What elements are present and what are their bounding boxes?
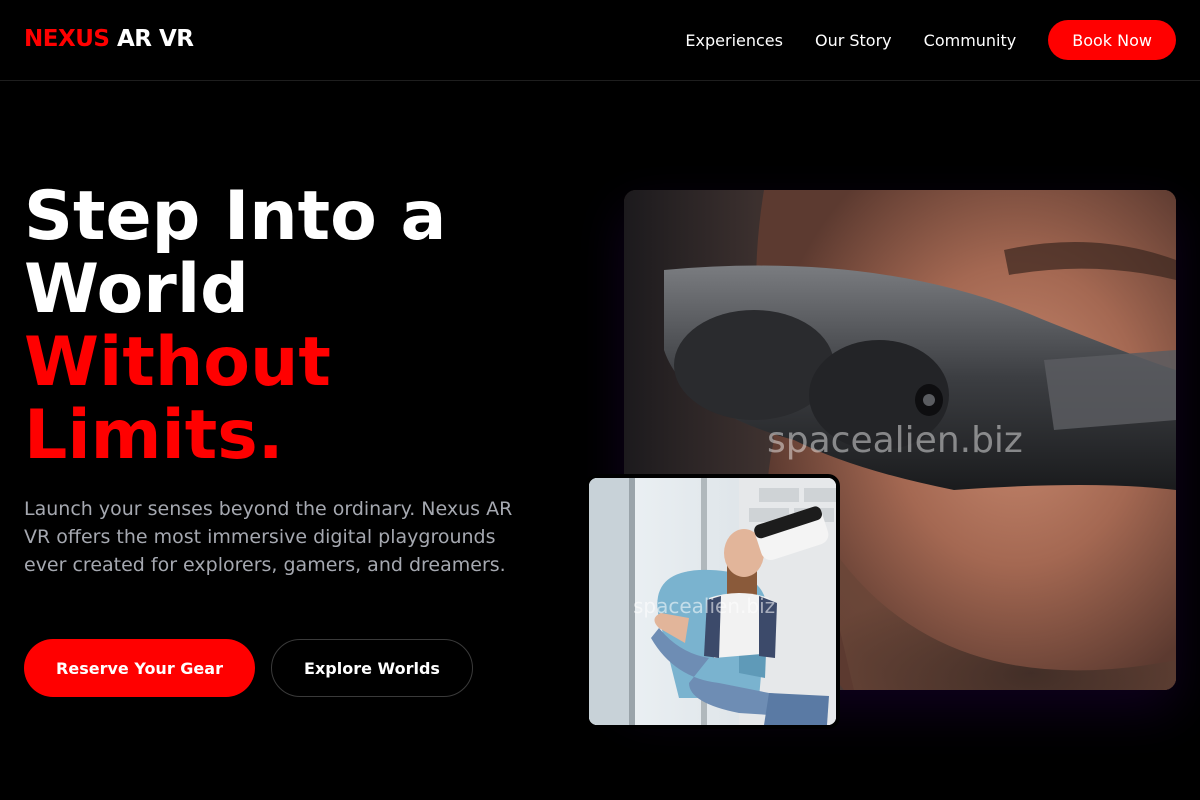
hero-title-line-4: Limits. (24, 396, 284, 475)
main-image-watermark: spacealien.biz (767, 420, 1023, 461)
nav-link-community[interactable]: Community (924, 31, 1017, 50)
explore-worlds-button[interactable]: Explore Worlds (271, 639, 473, 697)
brand-logo[interactable]: NEXUS AR VR (24, 24, 194, 54)
hero-title-line-1: Step Into a (24, 177, 447, 256)
hero-description: Launch your senses beyond the ordinary. … (24, 498, 513, 576)
nav-link-experiences[interactable]: Experiences (685, 31, 783, 50)
hero-title-line-3: Without (24, 323, 331, 402)
nav-link-our-story[interactable]: Our Story (815, 31, 892, 50)
hero-title-line-2: World (24, 250, 249, 329)
logo-accent-text: NEXUS (24, 26, 110, 52)
book-now-button[interactable]: Book Now (1048, 20, 1176, 60)
hero-title: Step Into a World Without Limits. (24, 180, 584, 472)
reserve-gear-button[interactable]: Reserve Your Gear (24, 639, 255, 697)
nav-links: Experiences Our Story Community Book Now (685, 20, 1176, 60)
top-navbar: NEXUS AR VR Experiences Our Story Commun… (0, 0, 1200, 81)
hero-inset-image: spacealien.biz (585, 474, 840, 729)
logo-text: AR VR (116, 26, 194, 52)
inset-image-watermark: spacealien.biz (633, 594, 776, 618)
